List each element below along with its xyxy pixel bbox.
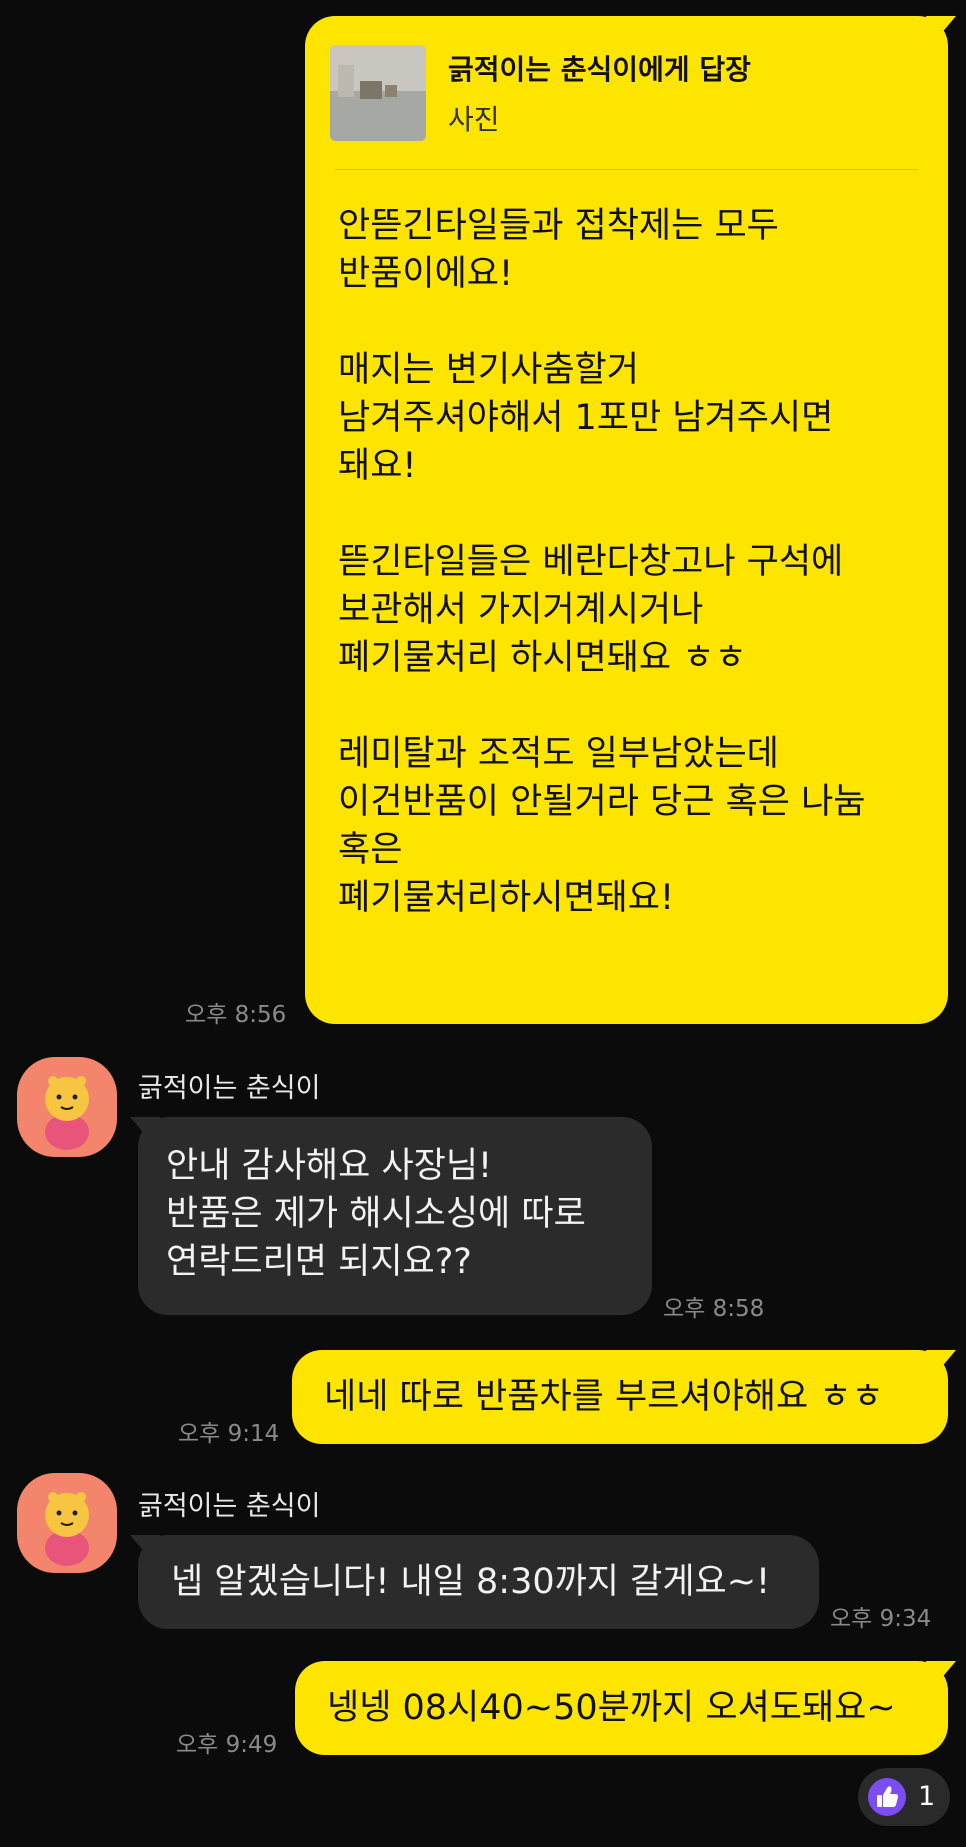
- message-line: 연락드리면 되지요??: [166, 1242, 472, 1282]
- message-line: 레미탈과 조적도 일부남았는데: [338, 734, 779, 774]
- message-line: 안내 감사해요 사장님!: [166, 1146, 493, 1186]
- reply-subtitle: 사진: [448, 103, 500, 136]
- message-line: 폐기물처리하시면돼요!: [338, 878, 675, 918]
- bubble-tail: [130, 1117, 160, 1143]
- message-bubble-reply[interactable]: 긁적이는 춘식이에게 답장 사진 안뜯긴타일들과 접착제는 모두 반품이에요! …: [305, 16, 956, 1024]
- message-text: 안뜯긴타일들과 접착제는 모두 반품이에요! 매지는 변기사춤할거 남겨주셔야해…: [338, 202, 866, 922]
- bubble-tail: [130, 1535, 160, 1561]
- bubble-tail: [926, 1661, 956, 1687]
- message-line: 반품은 제가 해시소싱에 따로: [166, 1194, 586, 1234]
- sender-name: 긁적이는 춘식이: [138, 1073, 321, 1104]
- message-line: 돼요!: [338, 446, 417, 486]
- message-line: [338, 490, 866, 538]
- message-time: 오후 9:14: [178, 1421, 280, 1447]
- message-text: 넵 알겠습니다! 내일 8:30까지 갈게요~!: [171, 1562, 771, 1602]
- sender-name: 긁적이는 춘식이: [138, 1491, 321, 1522]
- message-bubble[interactable]: 안내 감사해요 사장님! 반품은 제가 해시소싱에 따로 연락드리면 되지요??: [130, 1117, 652, 1315]
- thumbs-up-icon: [868, 1778, 906, 1816]
- reply-photo-thumbnail[interactable]: [330, 45, 426, 141]
- message-line: 보관해서 가지거계시거나: [338, 590, 704, 630]
- message-time: 오후 9:49: [176, 1732, 278, 1758]
- message-line: 폐기물처리 하시면돼요 ㅎㅎ: [338, 638, 747, 678]
- message-line: [338, 682, 866, 730]
- message-text: 안내 감사해요 사장님! 반품은 제가 해시소싱에 따로 연락드리면 되지요??: [166, 1142, 586, 1286]
- message-bubble[interactable]: 네네 따로 반품차를 부르셔야해요 ㅎㅎ: [292, 1350, 956, 1444]
- chunsik-character-icon: [45, 1076, 89, 1150]
- message-time: 오후 9:34: [830, 1606, 932, 1632]
- message-line: 매지는 변기사춤할거: [338, 350, 639, 390]
- avatar[interactable]: [17, 1057, 117, 1157]
- bubble-tail: [926, 1350, 956, 1376]
- message-line: 남겨주셔야해서 1포만 남겨주시면: [338, 398, 834, 438]
- bubble-tail: [926, 16, 956, 42]
- message-bubble[interactable]: 넵 알겠습니다! 내일 8:30까지 갈게요~!: [130, 1535, 819, 1629]
- message-line: 혹은: [338, 830, 403, 870]
- reply-title: 긁적이는 춘식이에게 답장: [448, 53, 751, 86]
- reaction-count: 1: [918, 1781, 936, 1812]
- chunsik-character-icon: [45, 1492, 89, 1566]
- photo-content: [330, 45, 426, 141]
- reaction-badge[interactable]: 1: [858, 1768, 950, 1826]
- message-text: 네네 따로 반품차를 부르셔야해요 ㅎㅎ: [324, 1377, 884, 1417]
- message-line: 반품이에요!: [338, 254, 514, 294]
- avatar[interactable]: [17, 1473, 117, 1573]
- message-line: 안뜯긴타일들과 접착제는 모두: [338, 206, 779, 246]
- message-line: [338, 298, 866, 346]
- message-bubble[interactable]: 넹넹 08시40~50분까지 오셔도돼요~: [295, 1661, 956, 1755]
- message-time: 오후 8:58: [663, 1296, 765, 1322]
- message-line: 이건반품이 안될거라 당근 혹은 나눔: [338, 782, 866, 822]
- message-line: 뜯긴타일들은 베란다창고나 구석에: [338, 542, 844, 582]
- message-text: 넹넹 08시40~50분까지 오셔도돼요~: [327, 1688, 896, 1728]
- thumbs-up-glyph: [877, 1786, 898, 1807]
- reply-divider: [335, 169, 918, 170]
- message-time: 오후 8:56: [185, 1002, 287, 1028]
